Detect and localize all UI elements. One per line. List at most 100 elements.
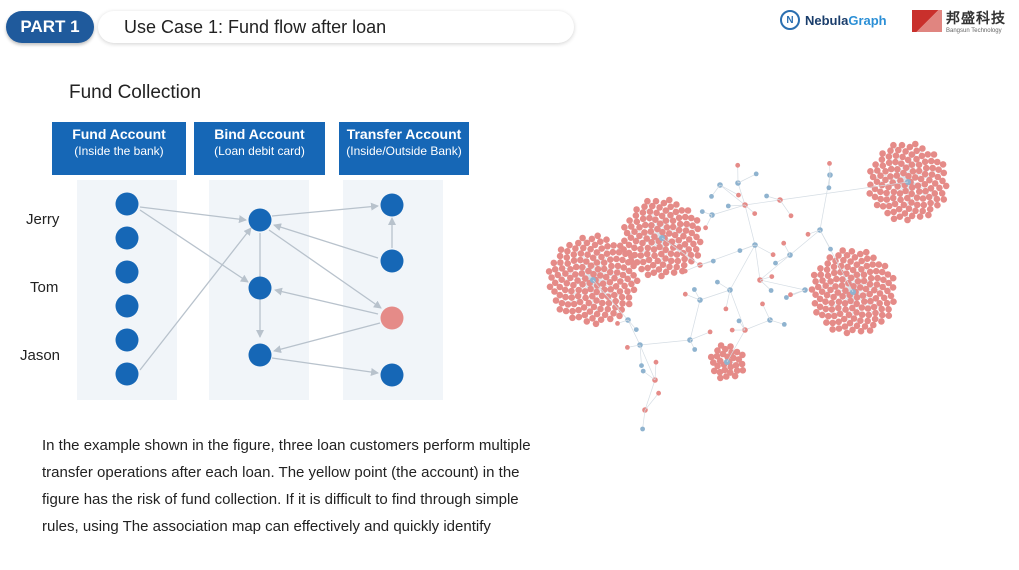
cluster-node — [889, 194, 897, 202]
cluster-node — [934, 158, 941, 166]
cluster-node — [619, 300, 626, 307]
cluster-node — [564, 260, 571, 267]
cluster-node — [621, 224, 628, 231]
cluster-node — [894, 166, 901, 173]
cluster-node — [673, 251, 681, 258]
cluster-node — [694, 252, 702, 259]
cluster-node — [614, 262, 622, 270]
cluster-node — [637, 252, 645, 259]
cluster-node — [861, 298, 868, 305]
cluster-node — [873, 281, 881, 288]
cluster-node — [879, 311, 886, 319]
cluster-node — [869, 173, 877, 181]
cluster-node — [890, 188, 898, 196]
cluster-node — [878, 305, 885, 313]
cluster-node — [650, 246, 658, 253]
cluster-node — [867, 274, 875, 282]
cluster-node — [866, 280, 874, 288]
cluster-node — [562, 307, 570, 315]
cluster-node — [878, 268, 886, 276]
graph-node — [640, 426, 645, 432]
graph-node — [752, 211, 758, 217]
cluster-node — [575, 306, 582, 314]
cluster-node — [669, 217, 677, 225]
graph-edge — [789, 229, 821, 256]
cluster-node — [643, 250, 651, 258]
cluster-node — [892, 158, 899, 166]
cluster-node — [890, 141, 897, 149]
cluster-node — [600, 265, 608, 273]
cluster-node — [869, 261, 876, 268]
cluster-node — [616, 312, 623, 320]
cluster-node — [828, 306, 836, 313]
cluster-node — [830, 269, 838, 277]
cluster-node — [918, 152, 926, 160]
cluster-node — [647, 228, 655, 235]
cluster-node — [599, 299, 606, 307]
cluster-node — [570, 251, 578, 258]
cluster-node — [568, 294, 575, 301]
cluster-node — [813, 309, 820, 316]
cluster-node — [630, 286, 638, 294]
cluster-node — [610, 310, 617, 317]
cluster-node — [717, 342, 725, 349]
cluster-node — [916, 188, 923, 195]
cluster-node — [683, 220, 690, 228]
cluster-node — [562, 293, 569, 301]
cluster-node — [577, 250, 585, 257]
graph-edge — [639, 339, 691, 346]
cluster-node — [940, 196, 948, 203]
graph-edge — [689, 299, 701, 341]
cluster-node — [857, 250, 864, 258]
cluster-node — [548, 274, 555, 281]
cluster-node — [879, 203, 887, 210]
cluster-node — [841, 323, 849, 330]
cluster-node — [817, 271, 825, 279]
cluster-node — [835, 298, 843, 306]
cluster-node — [915, 161, 923, 169]
cluster-node — [843, 329, 851, 337]
cluster-node — [545, 268, 553, 275]
graph-node — [826, 185, 832, 191]
cluster-node — [885, 306, 892, 313]
cluster-node — [623, 229, 631, 237]
cluster-node — [639, 209, 647, 216]
cluster-node — [646, 214, 653, 222]
cluster-node — [569, 314, 576, 322]
cluster-node — [604, 243, 611, 250]
cluster-node — [885, 153, 893, 160]
graph-edge — [819, 229, 831, 250]
cluster-node — [663, 224, 671, 231]
cluster-node — [912, 140, 919, 148]
graph-node — [615, 321, 620, 326]
graph-node — [715, 279, 720, 285]
graph-edge — [654, 362, 657, 381]
cluster-node — [550, 259, 558, 267]
cluster-node — [575, 239, 582, 247]
cluster-node — [603, 236, 610, 243]
cluster-node — [858, 304, 866, 311]
cluster-node — [620, 246, 627, 253]
graph-edge — [725, 289, 731, 309]
cluster-node — [716, 368, 724, 376]
cluster-node — [713, 352, 721, 360]
cluster-node — [883, 299, 891, 307]
cluster-node — [823, 266, 831, 274]
graph-node — [760, 301, 765, 307]
cluster-node — [668, 257, 675, 265]
cluster-node — [570, 257, 578, 265]
cluster-node — [856, 284, 864, 291]
cluster-node — [665, 230, 673, 237]
cluster-node — [738, 360, 746, 368]
cluster-node — [911, 174, 919, 181]
cluster-node — [881, 262, 889, 270]
cluster-node — [913, 147, 920, 155]
cluster-node — [673, 201, 680, 208]
cluster-node — [833, 275, 840, 283]
cluster-node — [606, 268, 614, 276]
cluster-node — [597, 316, 605, 324]
cluster-node — [888, 165, 895, 173]
cluster-node — [824, 260, 831, 267]
graph-node — [768, 288, 774, 293]
cluster-node — [817, 265, 824, 272]
